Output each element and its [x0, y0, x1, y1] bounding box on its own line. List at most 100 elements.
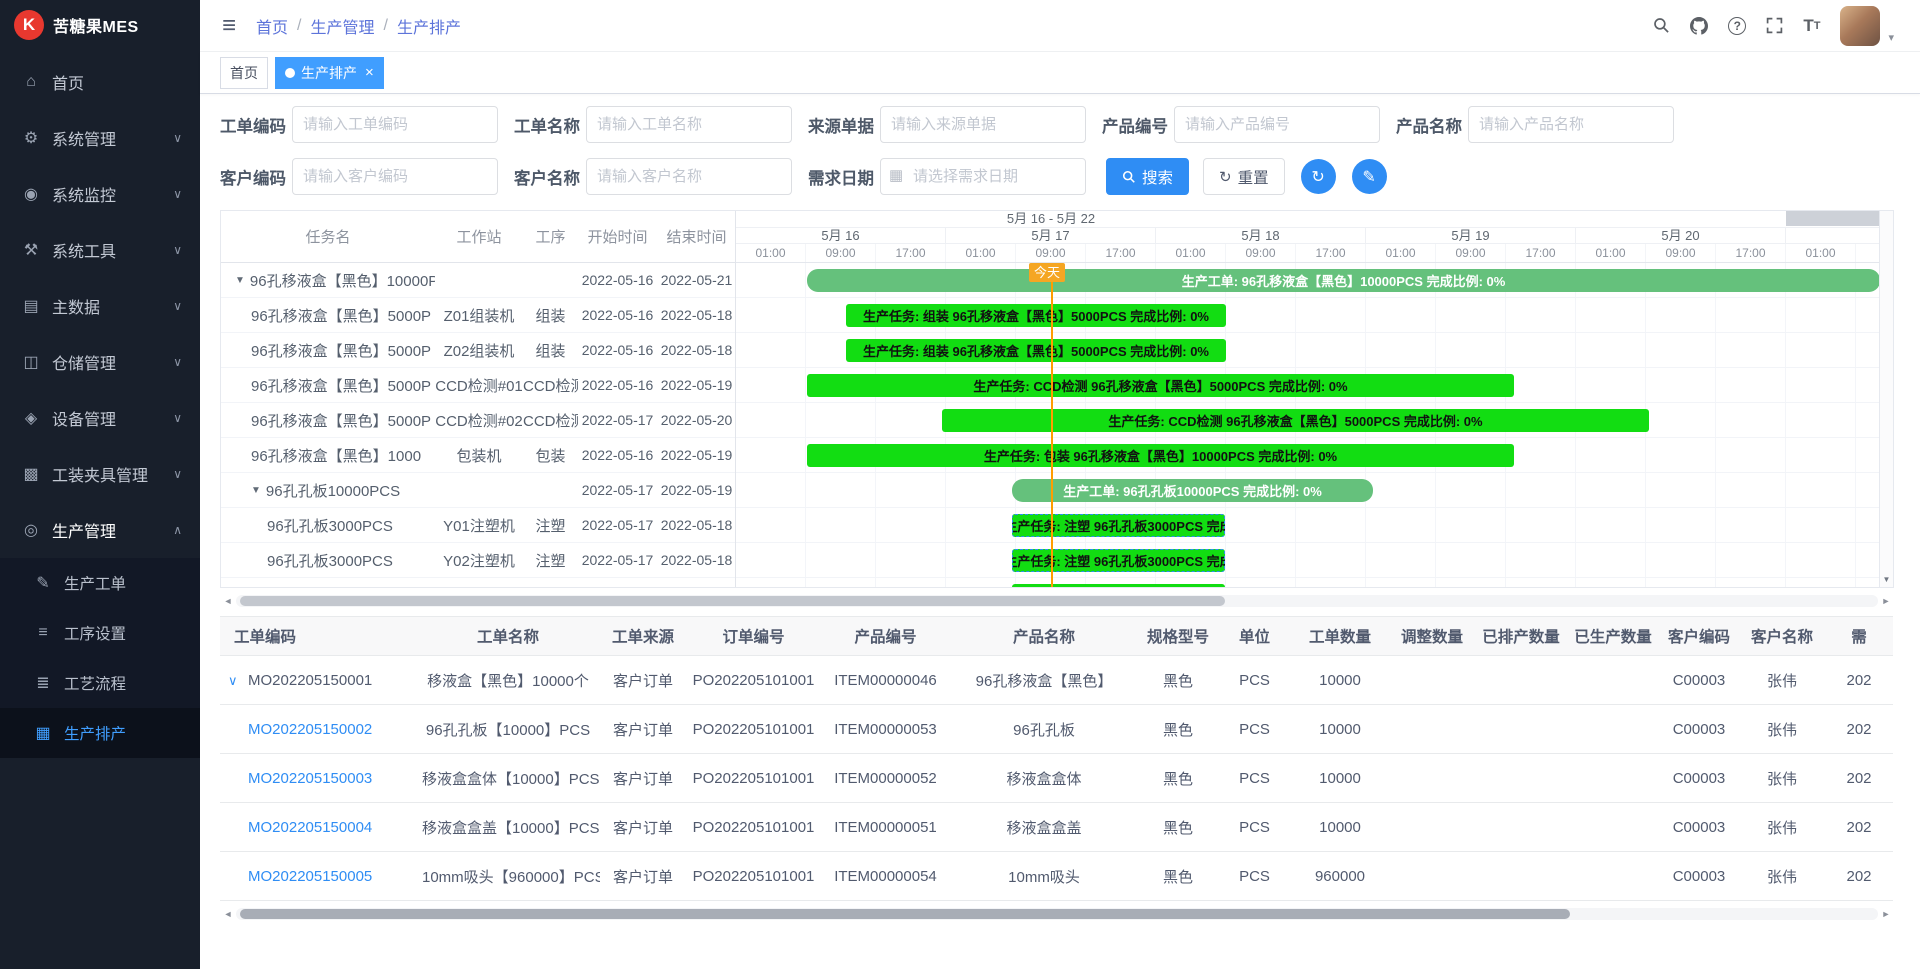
- sidebar-item-system-tools[interactable]: ⚒系统工具∨: [0, 222, 200, 278]
- gantt-hour-tick: 09:00: [806, 244, 876, 262]
- scroll-left-arrow[interactable]: ◄: [220, 909, 236, 919]
- cell-adj: [1389, 705, 1475, 754]
- source-doc-input[interactable]: [880, 106, 1086, 143]
- cell-planned: [1475, 754, 1567, 803]
- gantt-task-bar[interactable]: 生产任务: 注塑 96孔孔板3000PCS 完成: [1012, 549, 1225, 572]
- gantt-task-row[interactable]: 96孔移液盒【黑色】5000PZ01组装机组装2022-05-162022-05…: [221, 298, 735, 333]
- scrollbar-thumb[interactable]: [240, 596, 1225, 606]
- cell-item: ITEM00000053: [821, 705, 950, 754]
- edit-button[interactable]: ✎: [1352, 159, 1387, 194]
- sidebar-item-production-workorder[interactable]: ✎生产工单: [0, 558, 200, 608]
- workorder-link[interactable]: MO202205150005: [248, 868, 372, 885]
- sidebar-item-equipment-management[interactable]: ◈设备管理∨: [0, 390, 200, 446]
- gantt-task-row[interactable]: 96孔移液盒【黑色】5000PCCD检测#01CCD检测2022-05-1620…: [221, 368, 735, 403]
- customer-name-input[interactable]: [586, 158, 792, 195]
- app-logo[interactable]: K 苦糖果MES: [0, 0, 200, 50]
- chevron-down-icon[interactable]: ∨: [228, 673, 248, 689]
- github-icon[interactable]: [1690, 17, 1708, 35]
- gantt-column-header: 工作站: [435, 226, 523, 247]
- collapse-arrow-icon[interactable]: ▼: [251, 485, 261, 496]
- gantt-task-start-date: 2022-05-17: [578, 482, 657, 498]
- sidebar-item-production-scheduling[interactable]: ▦生产排产: [0, 708, 200, 758]
- workorder-link[interactable]: MO202205150001: [248, 672, 372, 689]
- scroll-left-arrow[interactable]: ◄: [220, 596, 236, 606]
- sidebar-item-warehouse-management[interactable]: ◫仓储管理∨: [0, 334, 200, 390]
- workorder-link[interactable]: MO202205150003: [248, 770, 372, 787]
- scroll-right-arrow[interactable]: ►: [1878, 596, 1894, 606]
- question-icon[interactable]: ?: [1728, 17, 1746, 35]
- product-name-input[interactable]: [1468, 106, 1674, 143]
- gantt-row: 生产任务: 注塑 96孔孔板3000PCS 完成: [736, 508, 1879, 543]
- cell-produced: [1567, 656, 1659, 705]
- search-button[interactable]: 搜索: [1106, 158, 1189, 195]
- gantt-hour-tick: 09:00: [1646, 244, 1716, 262]
- gantt-chart-body: 生产工单: 96孔移液盒【黑色】10000PCS 完成比例: 0% 生产任务: 组…: [736, 263, 1879, 587]
- workorder-table: 工单编码工单名称工单来源订单编号产品编号产品名称规格型号单位工单数量调整数量已排…: [220, 616, 1893, 901]
- chevron-down-icon: ∨: [173, 187, 182, 201]
- sidebar-item-system-monitor[interactable]: ◉系统监控∨: [0, 166, 200, 222]
- customer-code-input[interactable]: [292, 158, 498, 195]
- gantt-task-row[interactable]: 96孔移液盒【黑色】1000包装机包装2022-05-162022-05-19: [221, 438, 735, 473]
- workorder-link[interactable]: MO202205150002: [248, 721, 372, 738]
- fullscreen-icon[interactable]: [1766, 17, 1783, 34]
- gantt-task-row[interactable]: 96孔孔板3000PCSY03注塑机注塑2022-05-172022-05-18: [221, 578, 735, 587]
- demand-date-input[interactable]: [880, 158, 1086, 195]
- gantt-task-row[interactable]: ▼96孔孔板10000PCS2022-05-172022-05-19: [221, 473, 735, 508]
- gantt-task-bar[interactable]: 生产任务: 组装 96孔移液盒【黑色】5000PCS 完成比例: 0%: [846, 339, 1226, 362]
- refresh-icon: ↻: [1219, 168, 1232, 186]
- cell-qty: 10000: [1291, 656, 1389, 705]
- scroll-right-arrow[interactable]: ►: [1878, 909, 1894, 919]
- sidebar-item-master-data[interactable]: ▤主数据∨: [0, 278, 200, 334]
- gantt-task-row[interactable]: ▼96孔移液盒【黑色】10000PC2022-05-162022-05-21: [221, 263, 735, 298]
- gantt-task-process: CCD检测: [523, 410, 578, 431]
- collapse-arrow-icon[interactable]: ▼: [235, 275, 245, 286]
- tab-home[interactable]: 首页: [220, 57, 268, 89]
- close-icon[interactable]: ×: [365, 64, 374, 81]
- sidebar-item-label: 工装夹具管理: [52, 462, 148, 486]
- table-row: MO202205150003移液盒盒体【10000】PCS客户订单PO20220…: [220, 754, 1893, 803]
- gantt-task-bar[interactable]: 生产任务: 注塑 96孔孔板3000PCS 完成: [1012, 514, 1225, 537]
- tab-production-scheduling[interactable]: 生产排产×: [275, 57, 384, 89]
- workorder-code-input[interactable]: [292, 106, 498, 143]
- reset-button[interactable]: ↻ 重置: [1203, 158, 1285, 195]
- gantt-order-bar[interactable]: 生产工单: 96孔孔板10000PCS 完成比例: 0%: [1012, 479, 1373, 502]
- sidebar-item-system-management[interactable]: ⚙系统管理∨: [0, 110, 200, 166]
- sidebar-item-production-management[interactable]: ◎生产管理∧: [0, 502, 200, 558]
- gantt-row: 生产任务: CCD检测 96孔移液盒【黑色】5000PCS 完成比例: 0%: [736, 403, 1879, 438]
- gantt-task-bar[interactable]: 生产任务: CCD检测 96孔移液盒【黑色】5000PCS 完成比例: 0%: [942, 409, 1649, 432]
- gantt-task-station: 包装机: [435, 445, 523, 466]
- breadcrumb-item[interactable]: 首页: [256, 14, 288, 38]
- workorder-name-input[interactable]: [586, 106, 792, 143]
- gantt-task-row[interactable]: 96孔孔板3000PCSY02注塑机注塑2022-05-172022-05-18: [221, 543, 735, 578]
- font-size-icon[interactable]: TT: [1803, 16, 1820, 36]
- tab-active-dot: [285, 68, 295, 78]
- avatar[interactable]: [1840, 6, 1880, 46]
- gantt-hour-tick: 09:00: [1226, 244, 1296, 262]
- scroll-down-arrow[interactable]: ▼: [1880, 575, 1893, 584]
- sidebar-item-home[interactable]: ⌂首页: [0, 54, 200, 110]
- sidebar-item-process-flow[interactable]: ≣工艺流程: [0, 658, 200, 708]
- workorder-link[interactable]: MO202205150004: [248, 819, 372, 836]
- gantt-row: 生产任务: 组装 96孔移液盒【黑色】5000PCS 完成比例: 0%: [736, 298, 1879, 333]
- table-column-header: 需: [1825, 617, 1893, 656]
- gantt-horizontal-scrollbar: ◄ ►: [220, 594, 1894, 608]
- gantt-vertical-scrollbar[interactable]: ▼: [1879, 211, 1893, 587]
- sync-button[interactable]: ↻: [1301, 159, 1336, 194]
- gantt-task-bar[interactable]: 生产任务: 包装 96孔移液盒【黑色】10000PCS 完成比例: 0%: [807, 444, 1514, 467]
- sidebar-item-fixture-management[interactable]: ▩工装夹具管理∨: [0, 446, 200, 502]
- breadcrumb-item[interactable]: 生产管理: [310, 14, 374, 38]
- breadcrumb-item: 生产排产: [397, 14, 461, 38]
- gantt-task-row[interactable]: 96孔移液盒【黑色】5000PCCD检测#02CCD检测2022-05-1720…: [221, 403, 735, 438]
- hamburger-menu-icon[interactable]: ≡: [222, 14, 236, 38]
- gantt-order-bar[interactable]: 生产工单: 96孔移液盒【黑色】10000PCS 完成比例: 0%: [807, 269, 1879, 292]
- search-icon[interactable]: [1653, 17, 1670, 34]
- chevron-down-icon[interactable]: ▾: [1888, 31, 1894, 46]
- gantt-task-row[interactable]: 96孔移液盒【黑色】5000PZ02组装机组装2022-05-162022-05…: [221, 333, 735, 368]
- scrollbar-thumb[interactable]: [240, 909, 1570, 919]
- sidebar-item-process-setting[interactable]: ≡工序设置: [0, 608, 200, 658]
- product-code-input[interactable]: [1174, 106, 1380, 143]
- gantt-task-bar[interactable]: 生产任务: 注塑 96孔孔板3000PCS 完成: [1012, 584, 1225, 587]
- gantt-task-row[interactable]: 96孔孔板3000PCSY01注塑机注塑2022-05-172022-05-18: [221, 508, 735, 543]
- gantt-task-bar[interactable]: 生产任务: CCD检测 96孔移液盒【黑色】5000PCS 完成比例: 0%: [807, 374, 1514, 397]
- gantt-task-bar[interactable]: 生产任务: 组装 96孔移液盒【黑色】5000PCS 完成比例: 0%: [846, 304, 1226, 327]
